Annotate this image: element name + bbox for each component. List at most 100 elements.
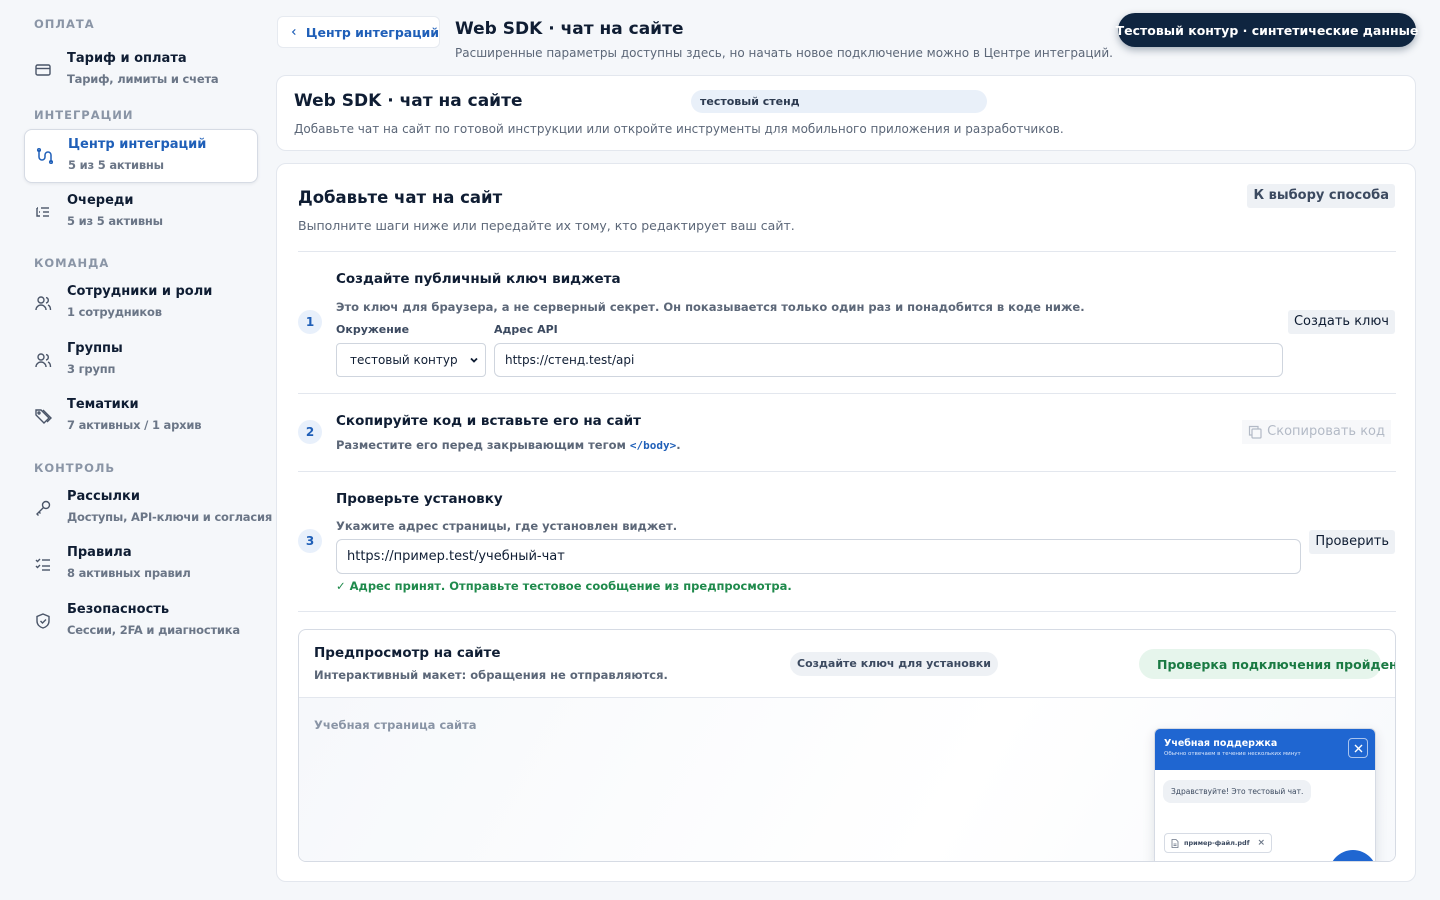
- sidebar-item-groups[interactable]: Группы 3 групп: [24, 334, 258, 388]
- attachment-name: пример-файл.pdf: [1184, 839, 1250, 847]
- connection-status-label: Проверка подключения пройдена: [1157, 656, 1396, 672]
- rules-icon: [34, 555, 52, 573]
- setup-subtitle: Выполните шаги ниже или передайте их том…: [298, 218, 795, 233]
- sidebar-item-label: Правила: [67, 545, 132, 560]
- step-number-1: 1: [298, 310, 322, 334]
- chat-widget: Учебная поддержка Обычно отвечаем в тече…: [1154, 728, 1376, 861]
- file-icon: [1171, 838, 1179, 848]
- sidebar-item-label: Безопасность: [67, 602, 170, 617]
- sidebar-item-staff[interactable]: Сотрудники и роли 1 сотрудников: [24, 277, 258, 331]
- sidebar-item-mailings[interactable]: Рассылки Доступы, API-ключи и согласия: [24, 482, 272, 536]
- sidebar-item-sub: 8 активных правил: [67, 566, 191, 580]
- back-label: Центр интеграций: [305, 24, 439, 40]
- step-number-3: 3: [298, 529, 322, 553]
- info-subtitle: Добавьте чат на сайт по готовой инструкц…: [294, 122, 1064, 136]
- environment-label: Окружение: [336, 323, 410, 336]
- group-icon: [34, 351, 52, 369]
- step-desc-2: Разместите его перед закрывающим тегом <…: [336, 438, 681, 452]
- close-icon: [1354, 744, 1362, 752]
- sidebar-item-queues[interactable]: Очереди 5 из 5 активны: [24, 186, 258, 240]
- environment-select[interactable]: тестовый контур: [336, 343, 486, 377]
- step-title-3: Проверьте установку: [336, 491, 503, 507]
- back-to-integrations-button[interactable]: Центр интеграций: [277, 16, 440, 48]
- sidebar-item-label: Группы: [67, 341, 123, 356]
- setup-card: Добавьте чат на сайт Выполните шаги ниже…: [276, 163, 1416, 882]
- step-desc-2-text: Разместите его перед закрывающим тегом: [336, 438, 630, 452]
- preview-canvas: Учебная страница сайта Учебная поддержка…: [299, 697, 1395, 861]
- sidebar-item-billing[interactable]: Тариф и оплата Тариф, лимиты и счета: [24, 44, 258, 98]
- info-card: Web SDK · чат на сайте тестовый стенд До…: [276, 75, 1416, 151]
- sidebar-item-sub: Сессии, 2FA и диагностика: [67, 623, 240, 637]
- sidebar-item-label: Очереди: [67, 193, 134, 208]
- user-icon: [34, 294, 52, 312]
- sidebar-item-sub: 5 из 5 активны: [67, 214, 163, 228]
- environment-pill[interactable]: Тестовый контур · синтетические данные: [1116, 13, 1418, 47]
- sidebar-item-label: Тематики: [67, 397, 139, 412]
- preview-title: Предпросмотр на сайте: [314, 645, 501, 661]
- stand-badge: тестовый стенд: [691, 90, 987, 113]
- sidebar-item-integrations[interactable]: Центр интеграций 5 из 5 активны: [24, 129, 258, 183]
- url-accepted-message: ✓ Адрес принят. Отправьте тестовое сообщ…: [336, 579, 792, 593]
- info-title: Web SDK · чат на сайте: [294, 91, 523, 111]
- step-desc-3: Укажите адрес страницы, где установлен в…: [336, 519, 678, 533]
- step-number-2: 2: [298, 420, 322, 444]
- sidebar-item-sub: 5 из 5 активны: [68, 158, 164, 172]
- section-title-billing: ОПЛАТА: [34, 17, 95, 31]
- sidebar-item-sub: Доступы, API-ключи и согласия: [67, 510, 273, 524]
- divider: [298, 251, 1396, 252]
- section-title-team: КОМАНДА: [34, 256, 110, 270]
- shield-icon: [34, 612, 52, 630]
- chat-message: Здравствуйте! Это тестовый чат.: [1163, 780, 1312, 803]
- copy-icon: [1249, 425, 1262, 439]
- chat-close-button[interactable]: [1348, 738, 1368, 758]
- demo-page-label: Учебная страница сайта: [314, 718, 477, 732]
- chevron-left-icon: [291, 28, 296, 36]
- page-subtitle: Расширенные параметры доступны здесь, но…: [455, 46, 1113, 60]
- sidebar: ОПЛАТА Тариф и оплата Тариф, лимиты и сч…: [0, 0, 272, 900]
- check-button[interactable]: Проверить: [1309, 530, 1395, 554]
- sidebar-item-sub: 3 групп: [67, 362, 116, 376]
- step-desc-1: Это ключ для браузера, а не серверный се…: [336, 300, 1085, 314]
- copy-code-button[interactable]: Скопировать код: [1242, 420, 1391, 444]
- site-preview: Предпросмотр на сайте Интерактивный маке…: [298, 629, 1396, 862]
- card-icon: [34, 61, 52, 79]
- api-address-label: Адрес API: [494, 323, 558, 336]
- chat-launcher-button[interactable]: [1329, 850, 1375, 861]
- section-title-control: КОНТРОЛЬ: [34, 461, 116, 475]
- preview-subtitle: Интерактивный макет: обращения не отправ…: [314, 668, 668, 682]
- integration-icon: [35, 147, 53, 165]
- chat-header: Учебная поддержка Обычно отвечаем в тече…: [1155, 729, 1375, 770]
- body-tag-code: </body>: [629, 439, 677, 452]
- tag-icon: [34, 407, 52, 425]
- sidebar-item-sub: 7 активных / 1 архив: [67, 418, 202, 432]
- api-address-input[interactable]: https://стенд.test/api: [494, 343, 1283, 377]
- section-title-integrations: ИНТЕГРАЦИИ: [34, 108, 134, 122]
- sidebar-item-topics[interactable]: Тематики 7 активных / 1 архив: [24, 390, 258, 444]
- sidebar-item-security[interactable]: Безопасность Сессии, 2FA и диагностика: [24, 595, 258, 649]
- sidebar-item-label: Рассылки: [67, 489, 140, 504]
- chat-subtitle: Обычно отвечаем в течение нескольких мин…: [1164, 751, 1301, 757]
- sidebar-item-sub: Тариф, лимиты и счета: [67, 72, 219, 86]
- step-desc-2-end: .: [676, 438, 681, 452]
- page-url-input[interactable]: https://пример.test/учебный-чат: [336, 539, 1301, 574]
- setup-title: Добавьте чат на сайт: [298, 188, 503, 207]
- chevron-down-icon: [470, 357, 478, 363]
- create-key-button[interactable]: Создать ключ: [1287, 310, 1395, 334]
- sidebar-item-sub: 1 сотрудников: [67, 305, 162, 319]
- divider: [298, 393, 1396, 394]
- create-key-badge: Создайте ключ для установки: [790, 652, 998, 676]
- step-title-2: Скопируйте код и вставьте его на сайт: [336, 413, 641, 429]
- chat-attachment[interactable]: пример-файл.pdf ×: [1164, 833, 1273, 853]
- divider: [298, 471, 1396, 472]
- remove-attachment-icon[interactable]: ×: [1258, 838, 1266, 848]
- copy-code-label: Скопировать код: [1267, 424, 1385, 439]
- sidebar-item-label: Тариф и оплата: [67, 51, 187, 66]
- key-icon: [34, 499, 52, 517]
- sidebar-item-label: Сотрудники и роли: [67, 284, 213, 299]
- environment-select-value: тестовый контур: [350, 353, 458, 367]
- choose-method-button[interactable]: К выбору способа: [1247, 184, 1395, 208]
- sidebar-item-label: Центр интеграций: [68, 137, 207, 152]
- queue-icon: [34, 203, 52, 221]
- sidebar-item-rules[interactable]: Правила 8 активных правил: [24, 538, 258, 592]
- page-title: Web SDK · чат на сайте: [455, 19, 684, 39]
